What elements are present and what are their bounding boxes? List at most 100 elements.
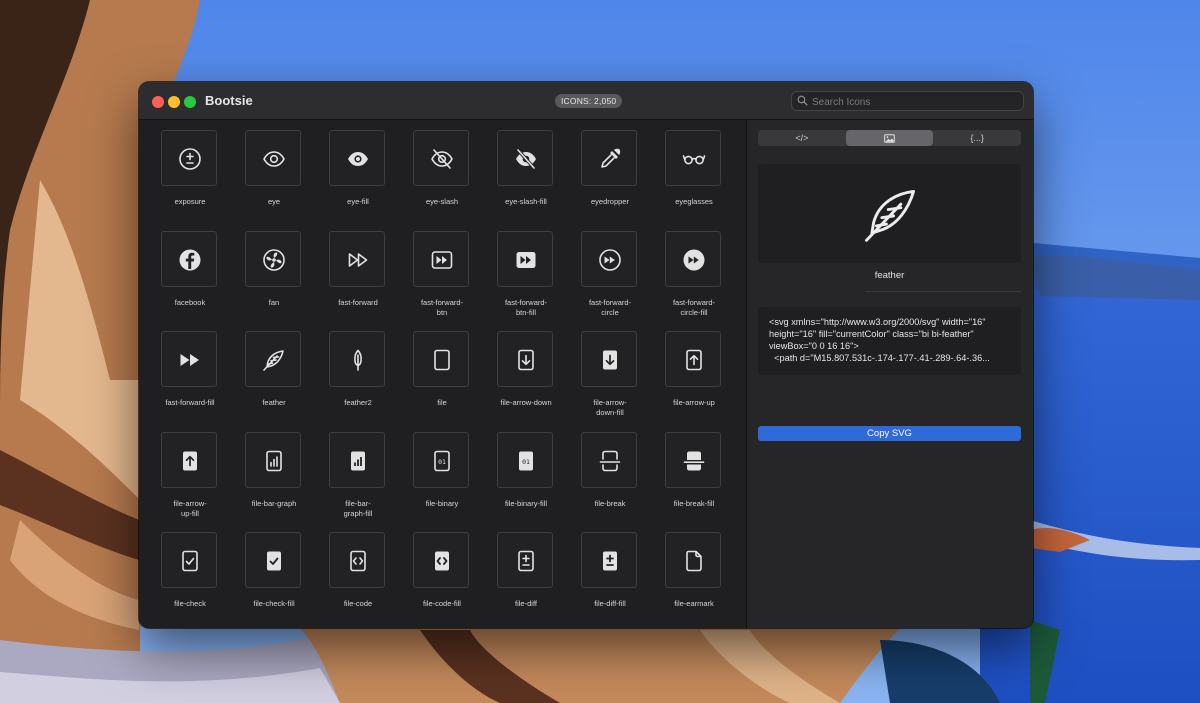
feather-icon	[263, 350, 284, 371]
icon-tile[interactable]	[581, 130, 637, 186]
icon-tile[interactable]	[329, 431, 385, 488]
icon-tile[interactable]	[329, 532, 385, 589]
icon-grid-pane[interactable]: exposure eye eye-fill eye-slash eye-slash-fi…	[139, 120, 746, 628]
icon-cell-file-check[interactable]: file-check	[148, 532, 232, 628]
search-field[interactable]	[791, 91, 1024, 111]
icon-label: fast-forward-fill	[144, 398, 236, 408]
icon-cell-file-check-fill[interactable]: file-check-fill	[232, 532, 316, 628]
icon-cell-fast-forward-btn-fill[interactable]: fast-forward-btn-fill	[484, 230, 568, 331]
icon-tile[interactable]	[413, 532, 469, 589]
icon-tile[interactable]	[329, 331, 385, 388]
icon-cell-file-diff-fill[interactable]: file-diff-fill	[568, 532, 652, 628]
icon-cell-fast-forward-btn[interactable]: fast-forward-btn	[400, 230, 484, 331]
icon-tile[interactable]	[161, 230, 217, 287]
icon-label-line: file-check-fill	[253, 599, 295, 609]
icon-tile[interactable]	[497, 532, 553, 589]
icon-tile[interactable]	[665, 532, 721, 589]
tab-json[interactable]: {...}	[933, 130, 1021, 146]
icon-cell-eyedropper[interactable]: eyedropper	[568, 130, 652, 230]
icon-tile[interactable]	[161, 431, 217, 488]
icon-tile[interactable]	[665, 230, 721, 287]
icon-cell-fast-forward-circle[interactable]: fast-forward-circle	[568, 230, 652, 331]
icon-tile[interactable]: 01	[413, 431, 469, 488]
icon-tile[interactable]	[497, 331, 553, 388]
app-window: Bootsie ICONS: 2,050 exposure eye eye-fill…	[139, 82, 1033, 628]
fast-forward-fill-icon	[180, 354, 199, 367]
icon-cell-eyeglasses[interactable]: eyeglasses	[652, 130, 736, 230]
eye-slash-fill-icon	[516, 148, 536, 170]
icon-label-line: file-arrow-	[593, 398, 627, 408]
json-tab-label: {...}	[970, 133, 984, 143]
icon-tile[interactable]	[581, 230, 637, 287]
svg-code-block[interactable]: <svg xmlns="http://www.w3.org/2000/svg" …	[758, 307, 1021, 375]
icon-cell-eye-slash-fill[interactable]: eye-slash-fill	[484, 130, 568, 230]
icon-tile[interactable]	[497, 230, 553, 287]
icon-cell-fast-forward-circle-fill[interactable]: fast-forward-circle-fill	[652, 230, 736, 331]
icon-tile[interactable]	[497, 130, 553, 186]
file-bar-graph-fill-icon	[351, 451, 365, 471]
icon-cell-file-bar-graph-fill[interactable]: file-bar-graph-fill	[316, 431, 400, 532]
icon-tile[interactable]	[245, 331, 301, 388]
tab-code[interactable]: </>	[758, 130, 846, 146]
icon-label-line: file	[437, 398, 447, 408]
icon-cell-eye[interactable]: eye	[232, 130, 316, 230]
icon-label-line: eyeglasses	[675, 197, 713, 206]
icon-label: eye-slash-fill	[480, 197, 572, 207]
icon-tile[interactable]	[413, 130, 469, 186]
selected-icon-name: feather	[874, 270, 905, 281]
icon-cell-file-earmark[interactable]: file-earmark	[652, 532, 736, 628]
icon-tile[interactable]	[245, 230, 301, 287]
icon-cell-file[interactable]: file	[400, 331, 484, 431]
icon-tile[interactable]	[581, 431, 637, 488]
icon-tile[interactable]	[665, 331, 721, 388]
icon-tile[interactable]	[413, 331, 469, 388]
icon-cell-file-arrow-down[interactable]: file-arrow-down	[484, 331, 568, 431]
icon-tile[interactable]	[581, 532, 637, 589]
icon-cell-file-bar-graph[interactable]: file-bar-graph	[232, 431, 316, 532]
icon-tile[interactable]	[665, 431, 721, 488]
icon-label: file-binary-fill	[480, 499, 572, 509]
icon-tile[interactable]	[413, 230, 469, 287]
icon-cell-file-arrow-up-fill[interactable]: file-arrow-up-fill	[148, 431, 232, 532]
icon-cell-feather[interactable]: feather	[232, 331, 316, 431]
icon-cell-eye-slash[interactable]: eye-slash	[400, 130, 484, 230]
icon-tile[interactable]	[161, 532, 217, 589]
maximize-window-button[interactable]	[184, 96, 196, 108]
icon-label: file	[396, 398, 488, 408]
icon-cell-file-binary-fill[interactable]: 01 file-binary-fill	[484, 431, 568, 532]
icon-label: feather2	[312, 398, 404, 408]
icon-tile[interactable]	[161, 130, 217, 186]
icon-tile[interactable]	[245, 532, 301, 589]
icon-cell-eye-fill[interactable]: eye-fill	[316, 130, 400, 230]
tab-image[interactable]	[845, 130, 934, 146]
icon-cell-file-arrow-up[interactable]: file-arrow-up	[652, 331, 736, 431]
icon-cell-file-code[interactable]: file-code	[316, 532, 400, 628]
search-input[interactable]	[810, 93, 1019, 111]
icon-cell-fast-forward[interactable]: fast-forward	[316, 230, 400, 331]
icon-tile[interactable]	[161, 331, 217, 388]
icon-tile[interactable]	[245, 431, 301, 488]
icon-tile[interactable]	[245, 130, 301, 186]
icon-tile[interactable]	[581, 331, 637, 388]
icon-tile[interactable]	[329, 130, 385, 186]
icon-cell-exposure[interactable]: exposure	[148, 130, 232, 230]
icon-cell-file-diff[interactable]: file-diff	[484, 532, 568, 628]
icon-tile[interactable]	[665, 130, 721, 186]
icon-cell-facebook[interactable]: facebook	[148, 230, 232, 331]
icon-cell-file-binary[interactable]: 01 file-binary	[400, 431, 484, 532]
icon-cell-fan[interactable]: fan	[232, 230, 316, 331]
icon-label: file-arrow-down-fill	[564, 398, 656, 418]
minimize-window-button[interactable]	[168, 96, 180, 108]
copy-svg-button[interactable]: Copy SVG	[758, 426, 1021, 441]
close-window-button[interactable]	[152, 96, 164, 108]
icon-tile[interactable]: 01	[497, 431, 553, 488]
icon-cell-file-break-fill[interactable]: file-break-fill	[652, 431, 736, 532]
icon-cell-file-arrow-down-fill[interactable]: file-arrow-down-fill	[568, 331, 652, 431]
icon-label-line: fast-forward-	[504, 297, 548, 307]
icon-cell-file-code-fill[interactable]: file-code-fill	[400, 532, 484, 628]
icon-cell-file-break[interactable]: file-break	[568, 431, 652, 532]
icon-cell-fast-forward-fill[interactable]: fast-forward-fill	[148, 331, 232, 431]
icon-cell-feather2[interactable]: feather2	[316, 331, 400, 431]
icon-label-line: fast-forward-	[420, 297, 464, 307]
icon-tile[interactable]	[329, 230, 385, 287]
